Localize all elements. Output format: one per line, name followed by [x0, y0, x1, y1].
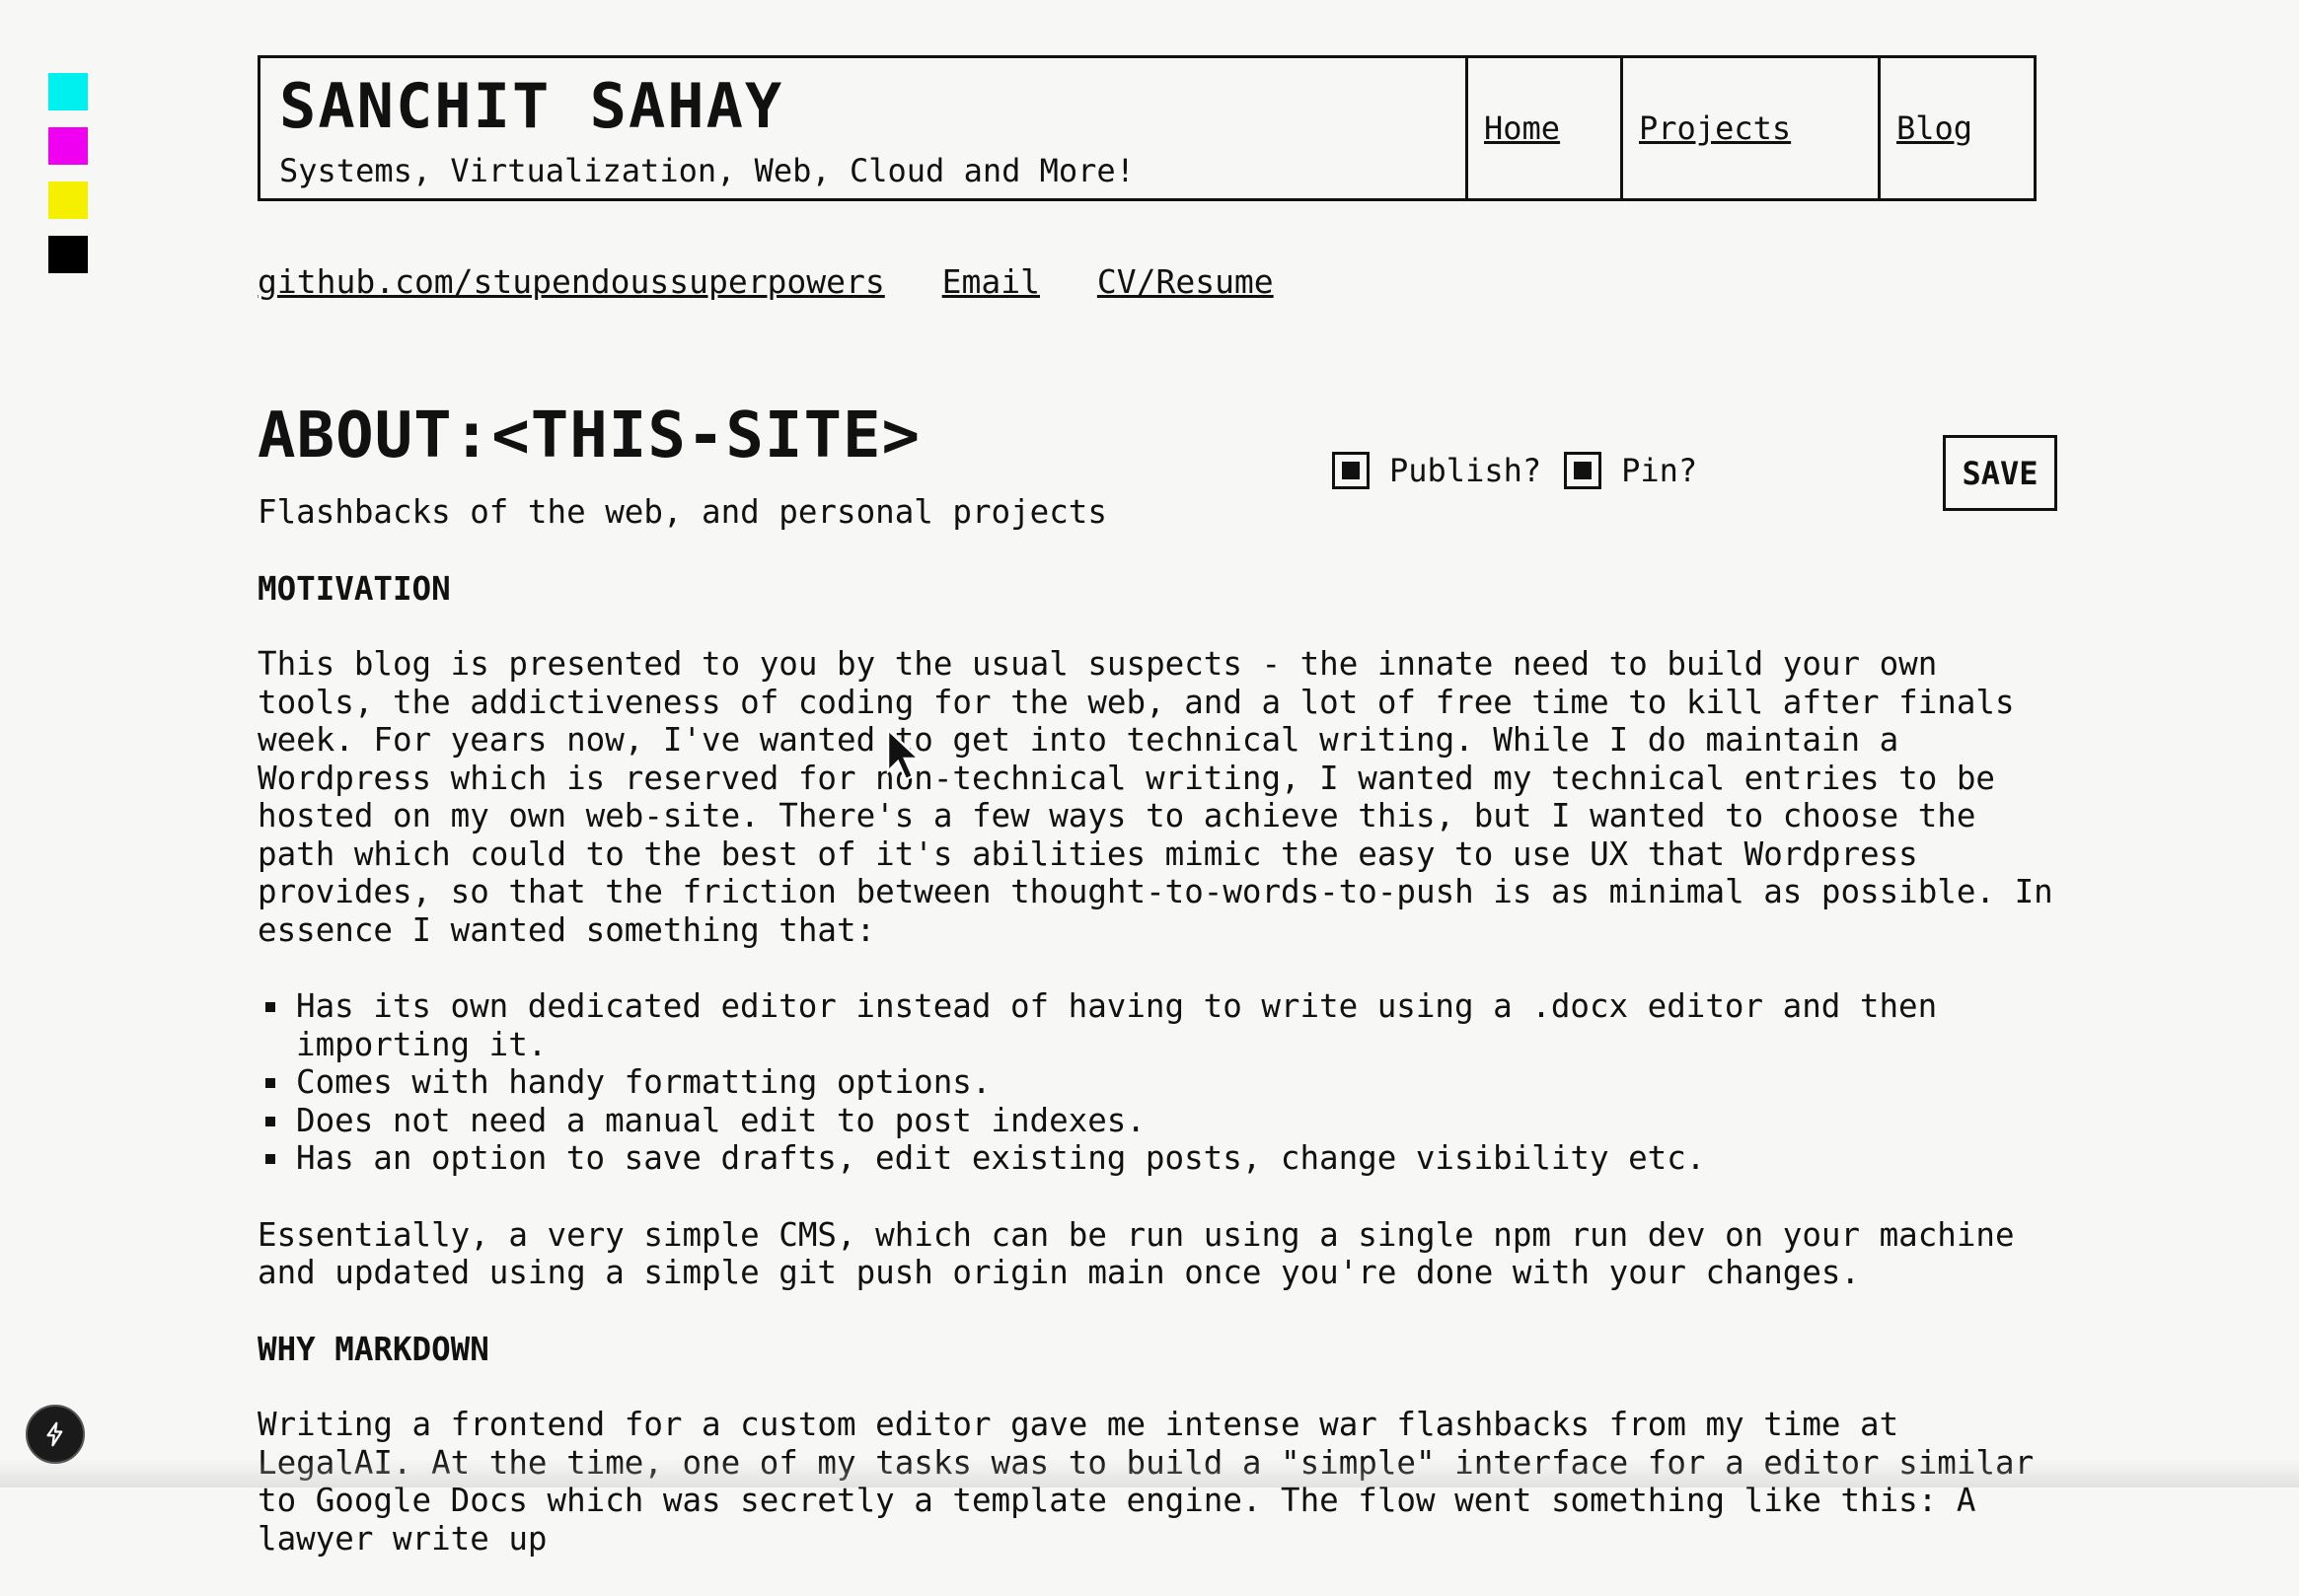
nav-projects-link[interactable]: Projects [1639, 109, 1791, 147]
paragraph-motivation-intro[interactable]: This blog is presented to you by the usu… [258, 645, 2063, 949]
color-palette [48, 73, 88, 290]
swatch-cyan[interactable] [48, 73, 88, 110]
github-link[interactable]: github.com/stupendoussuperpowers [258, 262, 885, 301]
section-heading-motivation[interactable]: MOTIVATION [258, 570, 2063, 609]
paragraph-motivation-summary[interactable]: Essentially, a very simple CMS, which ca… [258, 1216, 2063, 1292]
pin-checkbox[interactable] [1564, 452, 1602, 489]
swatch-yellow[interactable] [48, 181, 88, 219]
lightning-bolt-icon [46, 1421, 63, 1447]
section-heading-markdown[interactable]: WHY MARKDOWN [258, 1331, 2063, 1369]
post-editor-body[interactable]: Flashbacks of the web, and personal proj… [258, 493, 2063, 1596]
pin-label: Pin? [1621, 452, 1698, 489]
nav-blog-link[interactable]: Blog [1896, 109, 1972, 147]
site-title: SANCHIT SAHAY [279, 70, 784, 142]
brand: SANCHIT SAHAY Systems, Virtualization, W… [260, 58, 1465, 198]
nav-cell-home: Home [1465, 58, 1620, 198]
bottom-fade [0, 1458, 2299, 1487]
dev-tools-badge[interactable] [26, 1405, 85, 1464]
post-title[interactable]: ABOUT:<THIS-SITE> [258, 397, 921, 475]
nav-cell-blog: Blog [1878, 58, 2034, 198]
swatch-black[interactable] [48, 236, 88, 273]
cv-resume-link[interactable]: CV/Resume [1097, 262, 1274, 301]
list-item[interactable]: Does not need a manual edit to post inde… [258, 1102, 2063, 1140]
publish-label: Publish? [1389, 452, 1542, 489]
site-tagline: Systems, Virtualization, Web, Cloud and … [279, 152, 1135, 189]
list-item[interactable]: Has an option to save drafts, edit exist… [258, 1139, 2063, 1178]
requirements-list: Has its own dedicated editor instead of … [258, 987, 2063, 1178]
nav-cell-projects: Projects [1620, 58, 1878, 198]
publish-checkbox[interactable] [1332, 452, 1370, 489]
site-header: SANCHIT SAHAY Systems, Virtualization, W… [258, 55, 2037, 201]
profile-links: github.com/stupendoussuperpowers Email C… [258, 262, 1311, 301]
list-item[interactable]: Comes with handy formatting options. [258, 1063, 2063, 1102]
nav-home-link[interactable]: Home [1484, 109, 1560, 147]
email-link[interactable]: Email [942, 262, 1040, 301]
post-subtitle[interactable]: Flashbacks of the web, and personal proj… [258, 493, 2063, 532]
post-options: Publish? Pin? [1332, 452, 1720, 489]
mouse-pointer-icon [886, 728, 923, 781]
list-item[interactable]: Has its own dedicated editor instead of … [258, 987, 2063, 1063]
swatch-magenta[interactable] [48, 127, 88, 165]
